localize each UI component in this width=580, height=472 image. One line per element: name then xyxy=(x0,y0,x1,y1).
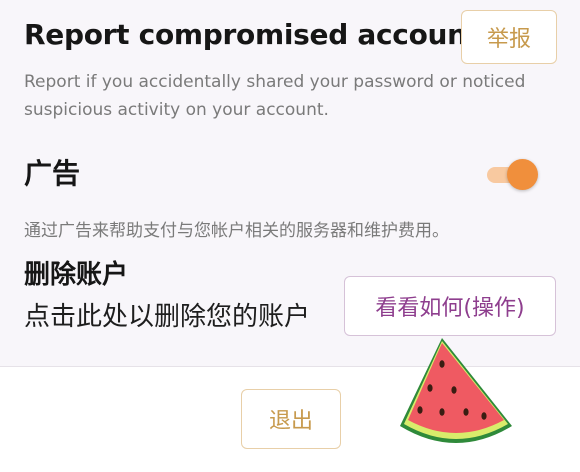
watermelon-slice-icon xyxy=(400,338,512,443)
toggle-knob xyxy=(507,159,538,190)
report-button[interactable]: 举报 xyxy=(461,10,557,64)
delete-account-description: 点击此处以删除您的账户 xyxy=(24,302,311,332)
report-section-title: Report compromised account xyxy=(24,18,480,51)
delete-account-title: 删除账户 xyxy=(24,260,129,290)
how-to-delete-button[interactable]: 看看如何(操作) xyxy=(344,276,556,336)
report-description: Report if you accidentally shared your p… xyxy=(24,72,526,120)
logout-button[interactable]: 退出 xyxy=(241,389,341,449)
ads-section-title: 广告 xyxy=(24,157,81,190)
ads-toggle[interactable] xyxy=(485,158,538,192)
ads-description: 通过广告来帮助支付与您帐户相关的服务器和维护费用。 xyxy=(24,221,449,241)
settings-panel: Report compromised account 举报 Report if … xyxy=(0,0,580,367)
